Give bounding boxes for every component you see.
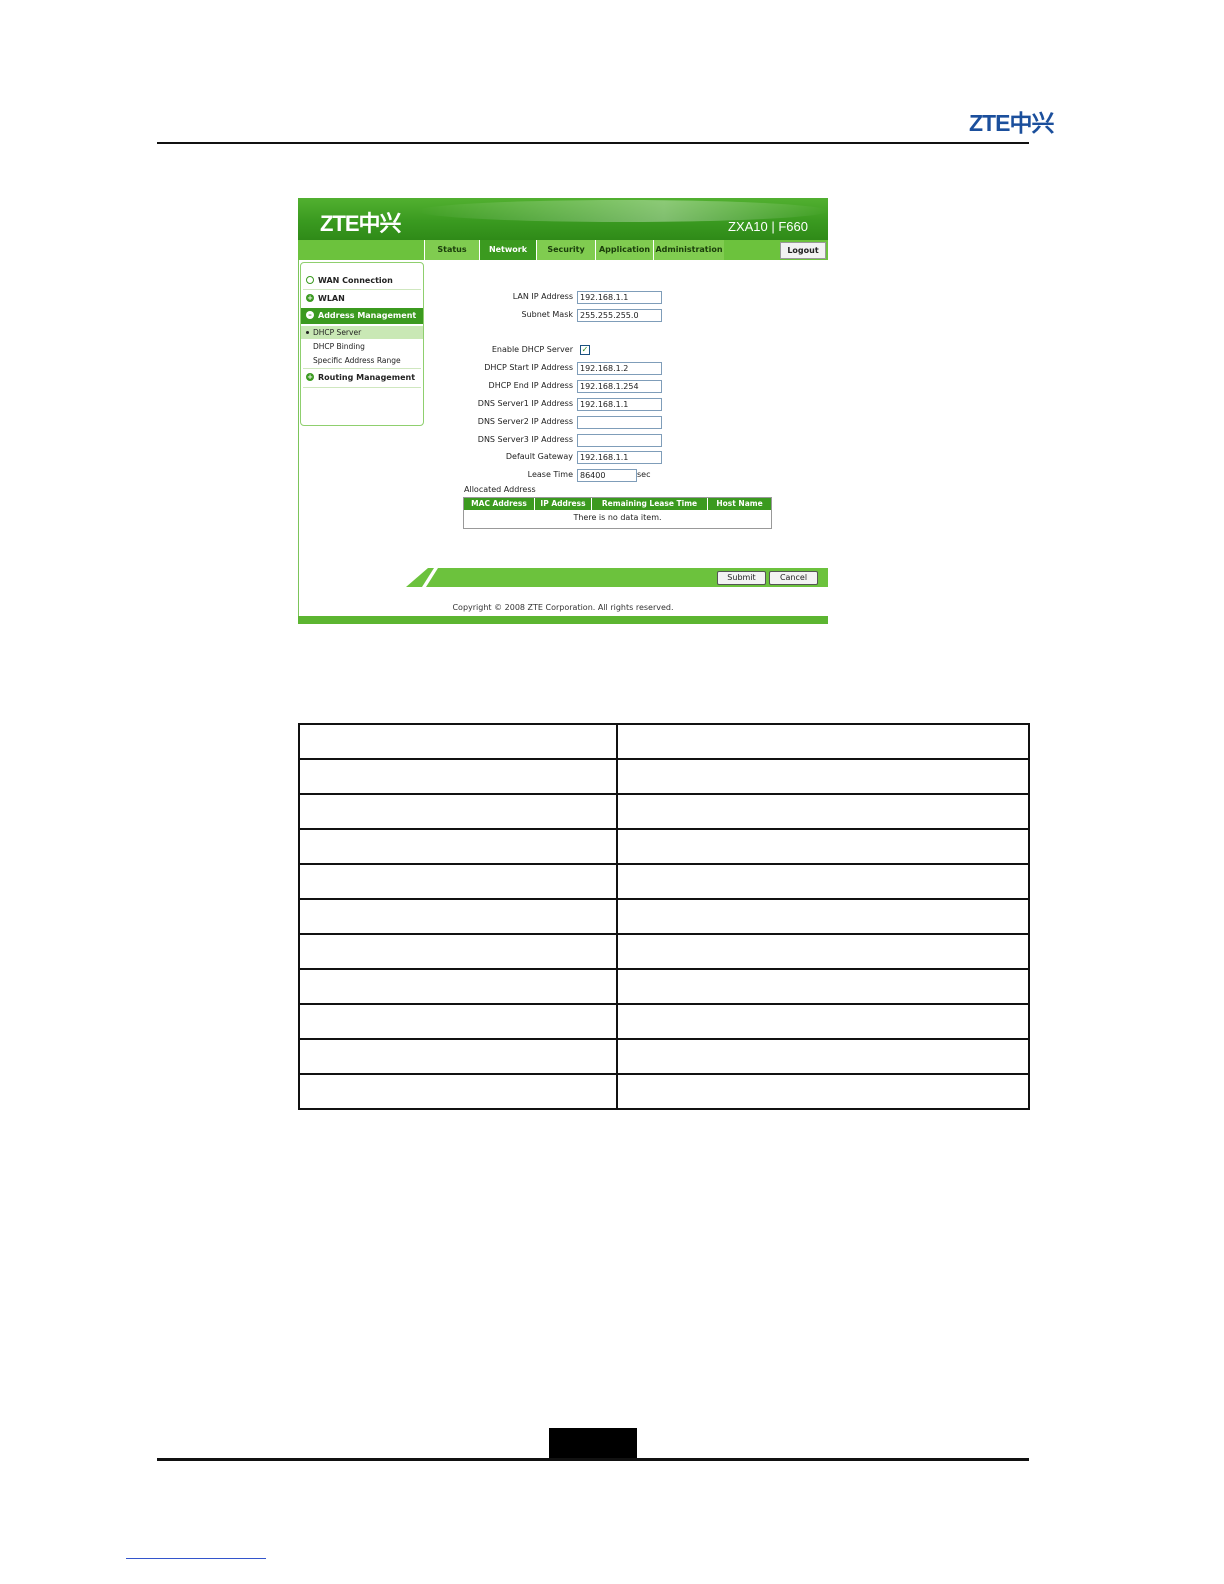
footer-bar — [298, 616, 828, 624]
header-rule — [157, 142, 1029, 144]
column-ip-address: IP Address — [535, 498, 592, 510]
table-cell — [616, 793, 1030, 830]
sidebar-subitem-label: Specific Address Range — [313, 356, 401, 365]
dhcp-end-ip-label: DHCP End IP Address — [488, 381, 573, 390]
lan-ip-field[interactable]: 192.168.1.1 — [577, 291, 662, 304]
default-gateway-field[interactable]: 192.168.1.1 — [577, 451, 662, 464]
column-remaining-lease-time: Remaining Lease Time — [592, 498, 708, 510]
table-row — [298, 723, 1030, 760]
table-cell — [616, 1038, 1030, 1075]
allocated-address-title: Allocated Address — [464, 485, 536, 494]
left-border — [298, 260, 299, 616]
table-cell — [298, 1038, 618, 1075]
table-cell — [298, 968, 618, 1005]
table-cell — [616, 1003, 1030, 1040]
lease-time-label: Lease Time — [527, 470, 573, 479]
sidebar-subitem-label: DHCP Binding — [313, 342, 365, 351]
circle-icon — [306, 276, 314, 284]
plus-icon: + — [306, 373, 314, 381]
table-cell — [298, 723, 618, 760]
table-cell — [616, 933, 1030, 970]
table-cell — [298, 758, 618, 795]
dns-server3-label: DNS Server3 IP Address — [477, 435, 573, 444]
dns-server1-label: DNS Server1 IP Address — [477, 399, 573, 408]
cancel-button[interactable]: Cancel — [769, 571, 818, 585]
tab-security[interactable]: Security — [536, 240, 595, 260]
footer-rule — [157, 1458, 1029, 1461]
tab-application[interactable]: Application — [595, 240, 653, 260]
table-row — [298, 1073, 1030, 1110]
lease-time-field[interactable]: 86400 — [577, 469, 637, 482]
lease-time-unit: sec — [637, 470, 651, 479]
table-cell — [298, 1073, 618, 1110]
table-cell — [616, 968, 1030, 1005]
table-cell — [616, 758, 1030, 795]
dns-server2-label: DNS Server2 IP Address — [477, 417, 573, 426]
table-row — [298, 758, 1030, 795]
router-web-ui-screenshot: ZTE中兴 ZXA10 | F660 Status Network Securi… — [298, 198, 828, 624]
table-row — [298, 1038, 1030, 1075]
dns-server3-field[interactable] — [577, 434, 662, 447]
table-row — [298, 1003, 1030, 1040]
lan-ip-label: LAN IP Address — [512, 292, 573, 301]
plus-icon: + — [306, 294, 314, 302]
dns-server2-field[interactable] — [577, 416, 662, 429]
table-cell — [616, 863, 1030, 900]
bullet-icon — [306, 331, 309, 334]
table-row — [298, 968, 1030, 1005]
tab-status[interactable]: Status — [424, 240, 479, 260]
parameter-table — [298, 723, 1030, 1110]
table-cell — [298, 863, 618, 900]
dhcp-start-ip-label: DHCP Start IP Address — [484, 363, 573, 372]
column-mac-address: MAC Address — [464, 498, 535, 510]
submit-button[interactable]: Submit — [717, 571, 766, 585]
logout-button[interactable]: Logout — [780, 242, 826, 259]
table-header: MAC Address IP Address Remaining Lease T… — [464, 498, 771, 510]
allocated-address-table: MAC Address IP Address Remaining Lease T… — [463, 497, 772, 529]
table-cell — [298, 898, 618, 935]
tab-administration[interactable]: Administration — [653, 240, 724, 260]
table-row — [298, 828, 1030, 865]
default-gateway-label: Default Gateway — [505, 452, 573, 461]
link-underline — [126, 1558, 266, 1559]
table-row — [298, 933, 1030, 970]
document-logo: ZTE中兴 — [969, 110, 1054, 136]
table-cell — [616, 898, 1030, 935]
table-cell — [616, 1073, 1030, 1110]
subnet-mask-label: Subnet Mask — [521, 310, 573, 319]
zte-logo: ZTE中兴 — [320, 211, 402, 236]
table-cell — [298, 933, 618, 970]
table-row — [298, 793, 1030, 830]
table-cell — [298, 793, 618, 830]
dhcp-end-ip-field[interactable]: 192.168.1.254 — [577, 380, 662, 393]
product-name: ZXA10 | F660 — [728, 219, 808, 234]
sidebar-item-label: WAN Connection — [318, 276, 393, 285]
table-row — [298, 898, 1030, 935]
sidebar-item-label: WLAN — [318, 294, 345, 303]
minus-icon: – — [306, 311, 314, 319]
page-number-box — [549, 1428, 637, 1458]
sidebar-subitem-dhcp-server[interactable]: DHCP Server — [301, 326, 423, 339]
table-cell — [616, 828, 1030, 865]
column-host-name: Host Name — [716, 499, 763, 508]
sidebar-subitem-label: DHCP Server — [313, 328, 362, 337]
sidebar-item-wan-connection[interactable]: WAN Connection — [301, 273, 423, 289]
copyright-text: Copyright © 2008 ZTE Corporation. All ri… — [452, 603, 674, 612]
tab-network[interactable]: Network — [479, 240, 536, 260]
dns-server1-field[interactable]: 192.168.1.1 — [577, 398, 662, 411]
table-row — [298, 863, 1030, 900]
empty-table-message: There is no data item. — [573, 513, 662, 522]
dhcp-start-ip-field[interactable]: 192.168.1.2 — [577, 362, 662, 375]
subnet-mask-field[interactable]: 255.255.255.0 — [577, 309, 662, 322]
enable-dhcp-checkbox[interactable]: ✓ — [580, 345, 590, 355]
enable-dhcp-label: Enable DHCP Server — [491, 345, 573, 354]
table-cell — [616, 723, 1030, 760]
divider — [303, 289, 421, 290]
table-cell — [298, 828, 618, 865]
table-cell — [298, 1003, 618, 1040]
